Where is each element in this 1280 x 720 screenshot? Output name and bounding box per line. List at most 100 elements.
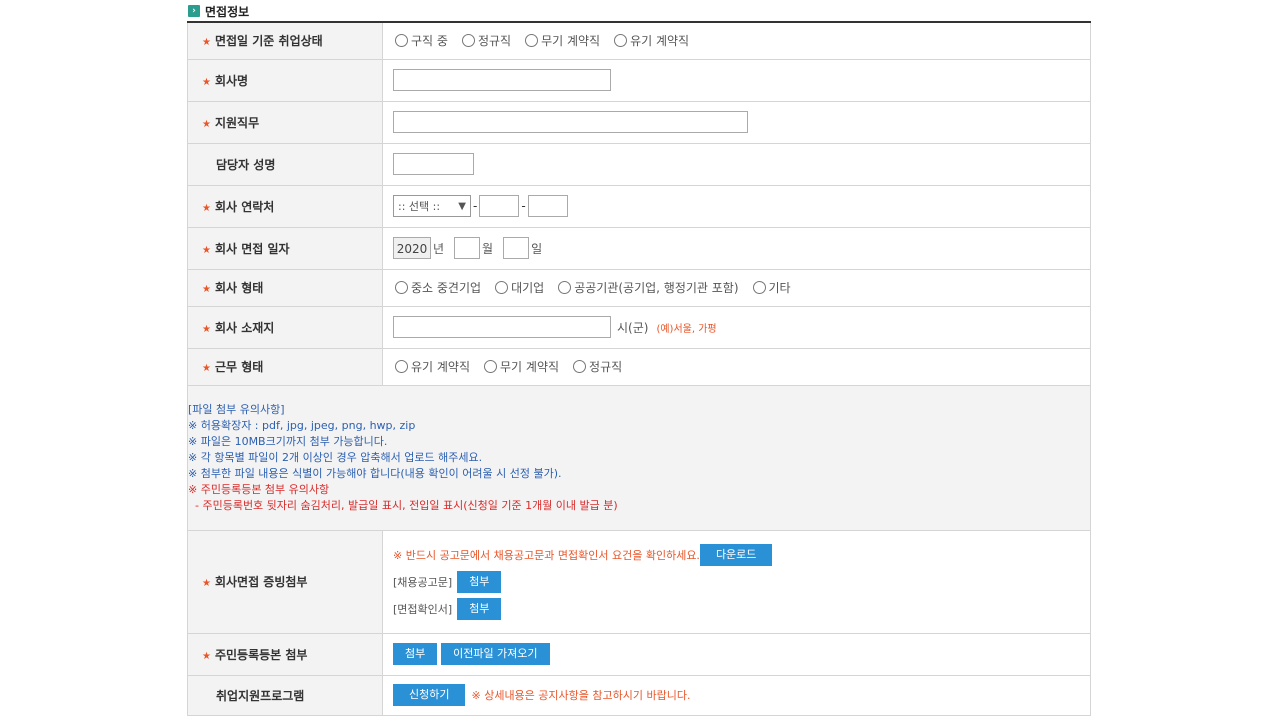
label-manager: 담당자 성명 — [187, 142, 383, 186]
label-program: 취업지원프로그램 — [187, 674, 383, 716]
label-resident-text: 주민등록등본 첨부 — [214, 647, 308, 662]
proof-item-label: [채용공고문] — [393, 575, 453, 589]
attach-resident-button[interactable]: 첨부 — [393, 643, 438, 665]
radio-label: 기타 — [768, 281, 791, 295]
label-proof: ★ 회사면접 증빙첨부 — [187, 529, 383, 634]
location-example: (예)서울, 가평 — [656, 323, 717, 335]
row-resident: ★ 주민등록등본 첨부 첨부 이전파일 가져오기 — [187, 632, 1091, 676]
label-program-text: 취업지원프로그램 — [216, 688, 305, 703]
file-notice: [파일 첨부 유의사항] ※ 허용확장자 : pdf, jpg, jpeg, p… — [187, 384, 1091, 531]
unit-year: 년 — [433, 241, 445, 256]
job-input[interactable] — [393, 111, 748, 133]
download-button[interactable]: 다운로드 — [699, 543, 773, 566]
radio-type-public[interactable]: 공공기관(공기업, 행정기관 포함) — [558, 279, 739, 296]
month-input[interactable] — [454, 237, 481, 259]
label-company-name: ★ 회사명 — [187, 58, 383, 102]
proof-item-label: [면접확인서] — [393, 602, 453, 616]
label-phone-text: 회사 연락처 — [214, 199, 275, 214]
notice-line: ※ 각 항목별 파일이 2개 이상인 경우 압축해서 업로드 해주세요. — [188, 450, 483, 464]
row-file-notice: [파일 첨부 유의사항] ※ 허용확장자 : pdf, jpg, jpeg, p… — [187, 384, 1091, 531]
phone-last-input[interactable] — [527, 195, 568, 217]
notice-line: [파일 첨부 유의사항] — [188, 402, 285, 416]
radio-status-fixed-contract[interactable]: 유기 계약직 — [614, 32, 689, 49]
dash-separator: - — [521, 199, 526, 213]
manager-input[interactable] — [393, 153, 474, 175]
label-location-text: 회사 소재지 — [214, 320, 275, 335]
required-star-icon: ★ — [202, 363, 211, 374]
label-manager-text: 담당자 성명 — [216, 157, 276, 172]
unit-month: 월 — [482, 241, 494, 256]
phone-mid-input[interactable] — [479, 195, 520, 217]
select-value: :: 선택 :: — [398, 200, 441, 213]
label-job-text: 지원직무 — [214, 115, 260, 130]
import-previous-file-button[interactable]: 이전파일 가져오기 — [441, 643, 550, 665]
location-unit: 시(군) — [617, 320, 649, 335]
required-star-icon: ★ — [202, 650, 211, 662]
radio-circle-icon — [461, 34, 475, 48]
year-field: 2020 — [393, 237, 431, 259]
radio-circle-icon — [395, 34, 408, 48]
radio-label: 정규직 — [477, 34, 512, 49]
radio-type-large[interactable]: 대기업 — [495, 279, 544, 296]
row-company-name: ★ 회사명 — [187, 58, 1091, 102]
radio-work-regular[interactable]: 정규직 — [573, 358, 622, 375]
radio-circle-icon — [752, 281, 766, 294]
row-status: ★ 면접일 기준 취업상태 구직 중 정규직 무기 계약직 유기 계약직 — [187, 21, 1091, 60]
radio-label: 유기 계약직 — [630, 34, 690, 49]
radio-type-other[interactable]: 기타 — [752, 279, 791, 296]
location-input[interactable] — [393, 316, 611, 338]
radio-label: 대기업 — [511, 281, 545, 295]
radio-circle-icon — [484, 360, 498, 373]
radio-circle-icon — [495, 281, 509, 294]
radio-circle-icon — [573, 360, 587, 373]
radio-circle-icon — [614, 34, 628, 48]
attach-posting-button[interactable]: 첨부 — [457, 570, 502, 593]
label-location: ★ 회사 소재지 — [187, 305, 383, 349]
required-star-icon: ★ — [202, 284, 211, 295]
company-name-input[interactable] — [393, 69, 611, 91]
radio-label: 공공기관(공기업, 행정기관 포함) — [574, 281, 739, 295]
label-company-name-text: 회사명 — [214, 73, 249, 88]
radio-label: 구직 중 — [411, 34, 448, 49]
radio-work-fixed[interactable]: 유기 계약직 — [395, 358, 470, 375]
required-star-icon: ★ — [202, 202, 211, 214]
radio-circle-icon — [558, 281, 572, 294]
attach-confirmation-button[interactable]: 첨부 — [457, 597, 502, 620]
radio-status-permanent-contract[interactable]: 무기 계약직 — [525, 32, 600, 49]
row-date: ★ 회사 면접 일자 2020 년 월 일 — [187, 226, 1091, 270]
label-work-type: ★ 근무 형태 — [187, 347, 383, 386]
unit-day: 일 — [531, 241, 543, 256]
proof-note: ※ 반드시 공고문에서 채용공고문과 면접확인서 요건을 확인하세요. — [393, 548, 700, 562]
radio-type-sme[interactable]: 중소 중견기업 — [395, 279, 481, 296]
phone-area-select[interactable]: :: 선택 :: ▼ — [393, 195, 471, 217]
label-company-type-text: 회사 형태 — [214, 281, 264, 295]
chevron-down-icon: ▼ — [458, 200, 466, 212]
section-title-text: 면접정보 — [205, 4, 250, 19]
notice-line: ※ 주민등록등본 첨부 유의사항 — [188, 482, 330, 496]
apply-button[interactable]: 신청하기 — [393, 684, 466, 706]
value-status: 구직 중 정규직 무기 계약직 유기 계약직 — [382, 21, 1091, 60]
dash-separator: - — [473, 199, 478, 213]
radio-work-permanent[interactable]: 무기 계약직 — [484, 358, 559, 375]
day-input[interactable] — [503, 237, 530, 259]
required-star-icon: ★ — [202, 118, 211, 130]
required-star-icon: ★ — [202, 37, 211, 49]
row-phone: ★ 회사 연락처 :: 선택 :: ▼ - - — [187, 184, 1091, 228]
radio-circle-icon — [525, 34, 539, 48]
label-company-type: ★ 회사 형태 — [187, 268, 383, 307]
row-program: 취업지원프로그램 신청하기 ※ 상세내용은 공지사항을 참고하시기 바랍니다. — [187, 674, 1091, 716]
radio-status-regular[interactable]: 정규직 — [461, 32, 512, 49]
label-phone: ★ 회사 연락처 — [187, 184, 383, 228]
label-resident: ★ 주민등록등본 첨부 — [187, 632, 383, 676]
required-star-icon: ★ — [202, 323, 211, 335]
radio-circle-icon — [395, 281, 408, 294]
label-status-text: 면접일 기준 취업상태 — [214, 34, 323, 49]
required-star-icon: ★ — [202, 578, 211, 589]
radio-status-job-seeking[interactable]: 구직 중 — [395, 32, 448, 49]
label-date: ★ 회사 면접 일자 — [187, 226, 383, 270]
label-job: ★ 지원직무 — [187, 100, 383, 144]
radio-label: 유기 계약직 — [411, 360, 471, 374]
program-note: ※ 상세내용은 공지사항을 참고하시기 바랍니다. — [471, 689, 691, 702]
section-title: › 면접정보 — [188, 3, 249, 19]
row-job: ★ 지원직무 — [187, 100, 1091, 144]
